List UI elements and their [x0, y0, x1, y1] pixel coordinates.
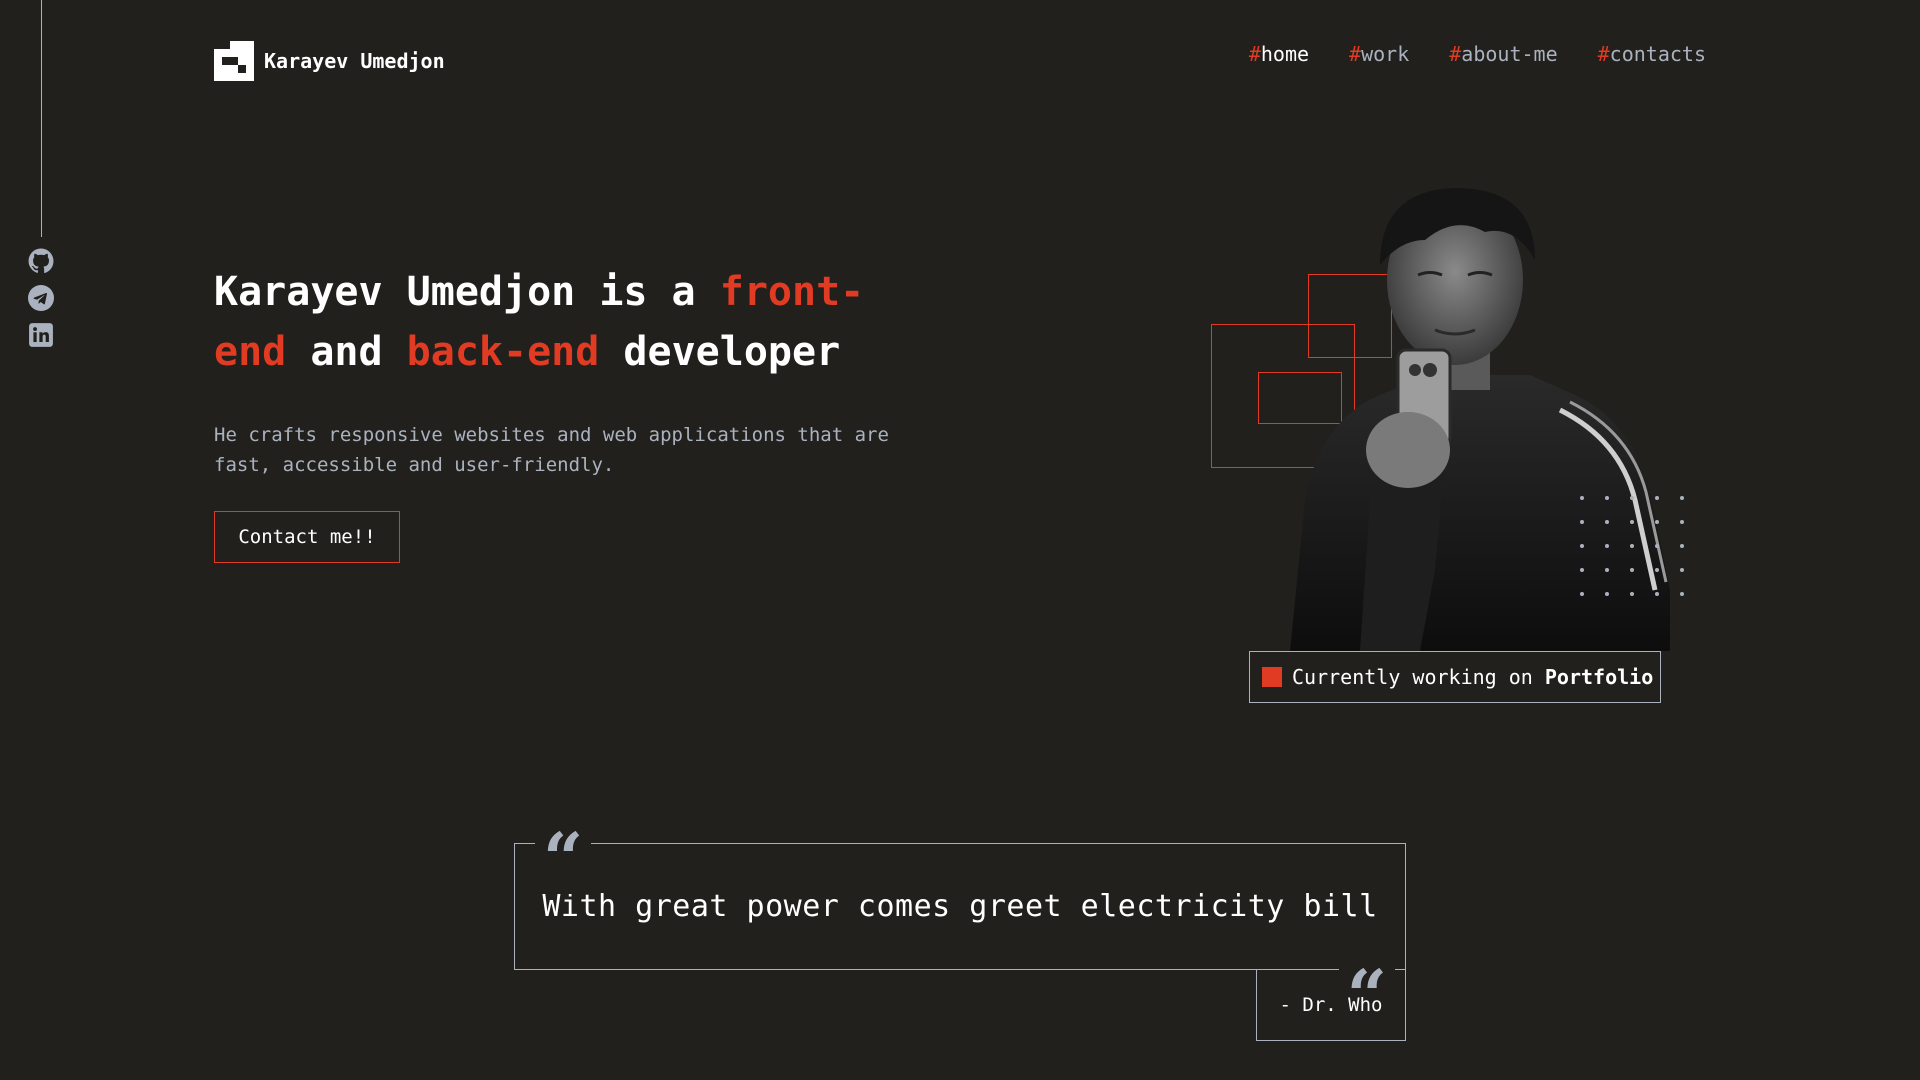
- quote-author-name: - Dr. Who: [1279, 993, 1383, 1016]
- linkedin-link[interactable]: [27, 321, 55, 349]
- nav-item-contacts[interactable]: #contacts: [1598, 42, 1706, 66]
- nav-label: home: [1260, 42, 1310, 66]
- brand-logo[interactable]: Karayev Umedjon: [214, 41, 445, 81]
- status-prefix: Currently working on: [1292, 665, 1545, 689]
- nav-label: contacts: [1609, 42, 1706, 66]
- hero-illustration: [1200, 160, 1720, 660]
- pixel-logo-icon: [214, 41, 254, 81]
- github-icon: [28, 248, 54, 274]
- hero-headline: Karayev Umedjon is a front-end and back-…: [214, 262, 914, 382]
- nav-label: about-me: [1461, 42, 1558, 66]
- nav-item-about-me[interactable]: #about-me: [1449, 42, 1557, 66]
- decor-dot-grid: [1580, 496, 1685, 596]
- linkedin-icon: [29, 323, 53, 347]
- nav-hash: #: [1597, 42, 1610, 66]
- status-text: Currently working on Portfolio: [1292, 665, 1653, 689]
- brand-name: Karayev Umedjon: [264, 49, 445, 73]
- nav-hash: #: [1248, 42, 1261, 66]
- open-quote-icon: “: [535, 824, 592, 894]
- headline-accent-backend: back-end: [406, 329, 600, 375]
- headline-text: Karayev Umedjon is a: [214, 269, 720, 315]
- quote-box: “ With great power comes greet electrici…: [514, 824, 1406, 1031]
- nav-hash: #: [1349, 42, 1362, 66]
- nav-hash: #: [1449, 42, 1462, 66]
- nav-label: work: [1361, 42, 1410, 66]
- headline-text: and: [286, 329, 407, 375]
- page: Karayev Umedjon #home #work #about-me #c…: [0, 0, 1920, 1080]
- telegram-icon: [28, 285, 54, 311]
- main-nav: #home #work #about-me #contacts: [1249, 42, 1706, 66]
- quote-text: With great power comes greet electricity…: [542, 889, 1378, 924]
- contact-me-button[interactable]: Contact me!!: [214, 511, 400, 563]
- status-project: Portfolio: [1544, 665, 1654, 689]
- social-rail-line: [41, 0, 42, 237]
- quote-author: - Dr. Who: [1256, 969, 1406, 1041]
- nav-item-work[interactable]: #work: [1349, 42, 1409, 66]
- status-badge: Currently working on Portfolio: [1249, 651, 1661, 703]
- telegram-link[interactable]: [27, 284, 55, 312]
- status-indicator-icon: [1262, 667, 1282, 687]
- headline-text: developer: [599, 329, 841, 375]
- github-link[interactable]: [27, 247, 55, 275]
- hero-subtitle: He crafts responsive websites and web ap…: [214, 424, 889, 476]
- nav-item-home[interactable]: #home: [1249, 42, 1309, 66]
